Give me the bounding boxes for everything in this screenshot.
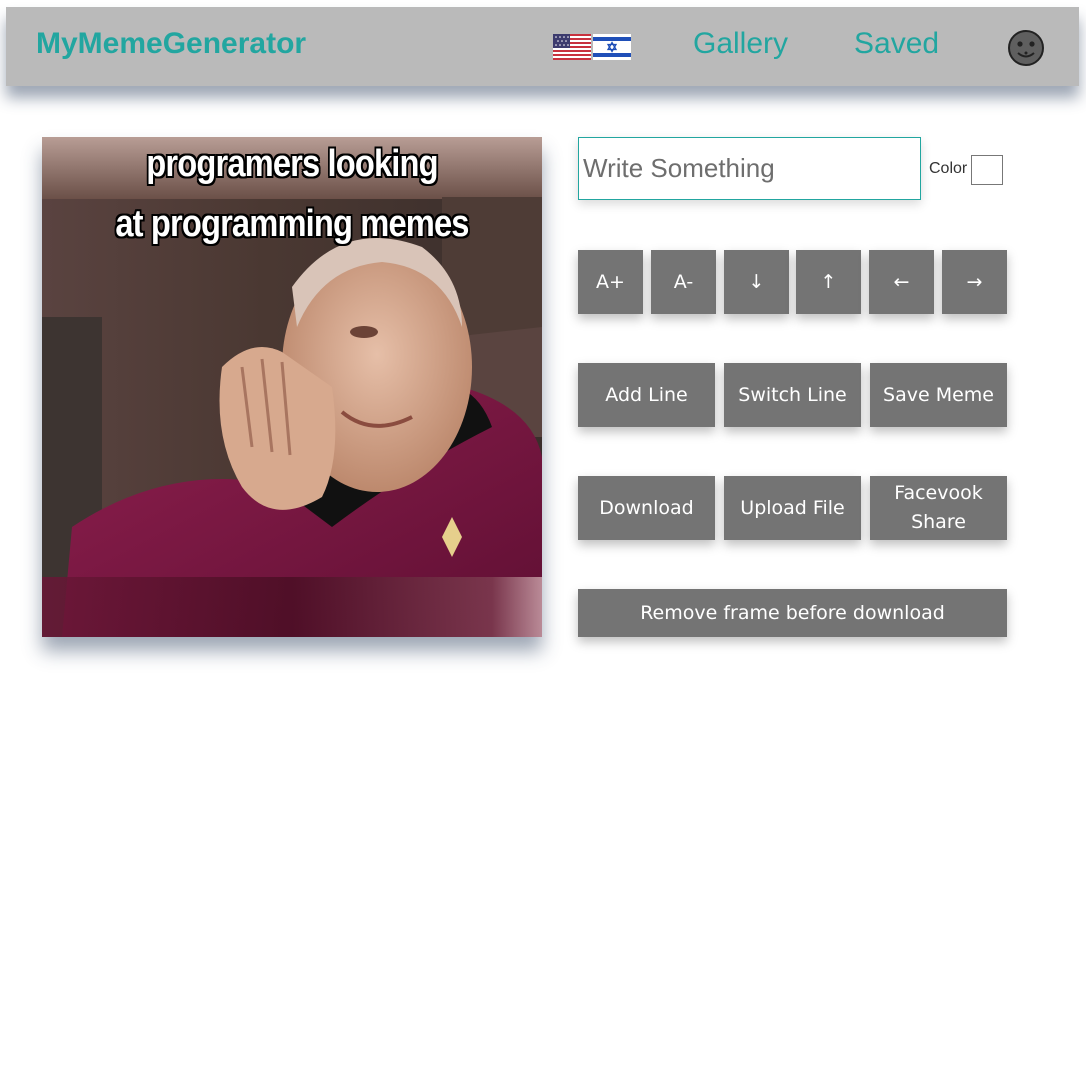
- meme-text-line-2[interactable]: at programming memes: [77, 203, 507, 246]
- nav-saved-link[interactable]: Saved: [854, 27, 939, 61]
- app-logo[interactable]: MyMemeGenerator: [36, 27, 306, 61]
- switch-line-button[interactable]: Switch Line: [724, 363, 861, 427]
- save-meme-button[interactable]: Save Meme: [870, 363, 1007, 427]
- meme-canvas[interactable]: programers looking at programming memes: [42, 137, 542, 637]
- color-picker[interactable]: [971, 155, 1003, 185]
- facebook-share-button[interactable]: Facevook Share: [870, 476, 1007, 540]
- move-up-button[interactable]: ↑: [796, 250, 861, 314]
- en-flag-icon[interactable]: [553, 34, 591, 60]
- user-avatar-icon[interactable]: [1007, 29, 1045, 67]
- color-label: Color: [929, 160, 968, 177]
- font-decrease-button[interactable]: A-: [651, 250, 716, 314]
- he-flag-icon[interactable]: [593, 34, 631, 60]
- align-left-button[interactable]: ←: [869, 250, 934, 314]
- add-line-button[interactable]: Add Line: [578, 363, 715, 427]
- remove-frame-button[interactable]: Remove frame before download: [578, 589, 1007, 637]
- meme-text-line-1[interactable]: programers looking: [77, 143, 507, 186]
- nav-gallery-link[interactable]: Gallery: [693, 27, 788, 61]
- move-down-button[interactable]: ↓: [724, 250, 789, 314]
- align-right-button[interactable]: →: [942, 250, 1007, 314]
- meme-text-input[interactable]: [578, 137, 921, 200]
- app-header: MyMemeGenerator Gallery Saved: [6, 7, 1079, 86]
- download-button[interactable]: Download: [578, 476, 715, 540]
- font-increase-button[interactable]: A+: [578, 250, 643, 314]
- upload-file-button[interactable]: Upload File: [724, 476, 861, 540]
